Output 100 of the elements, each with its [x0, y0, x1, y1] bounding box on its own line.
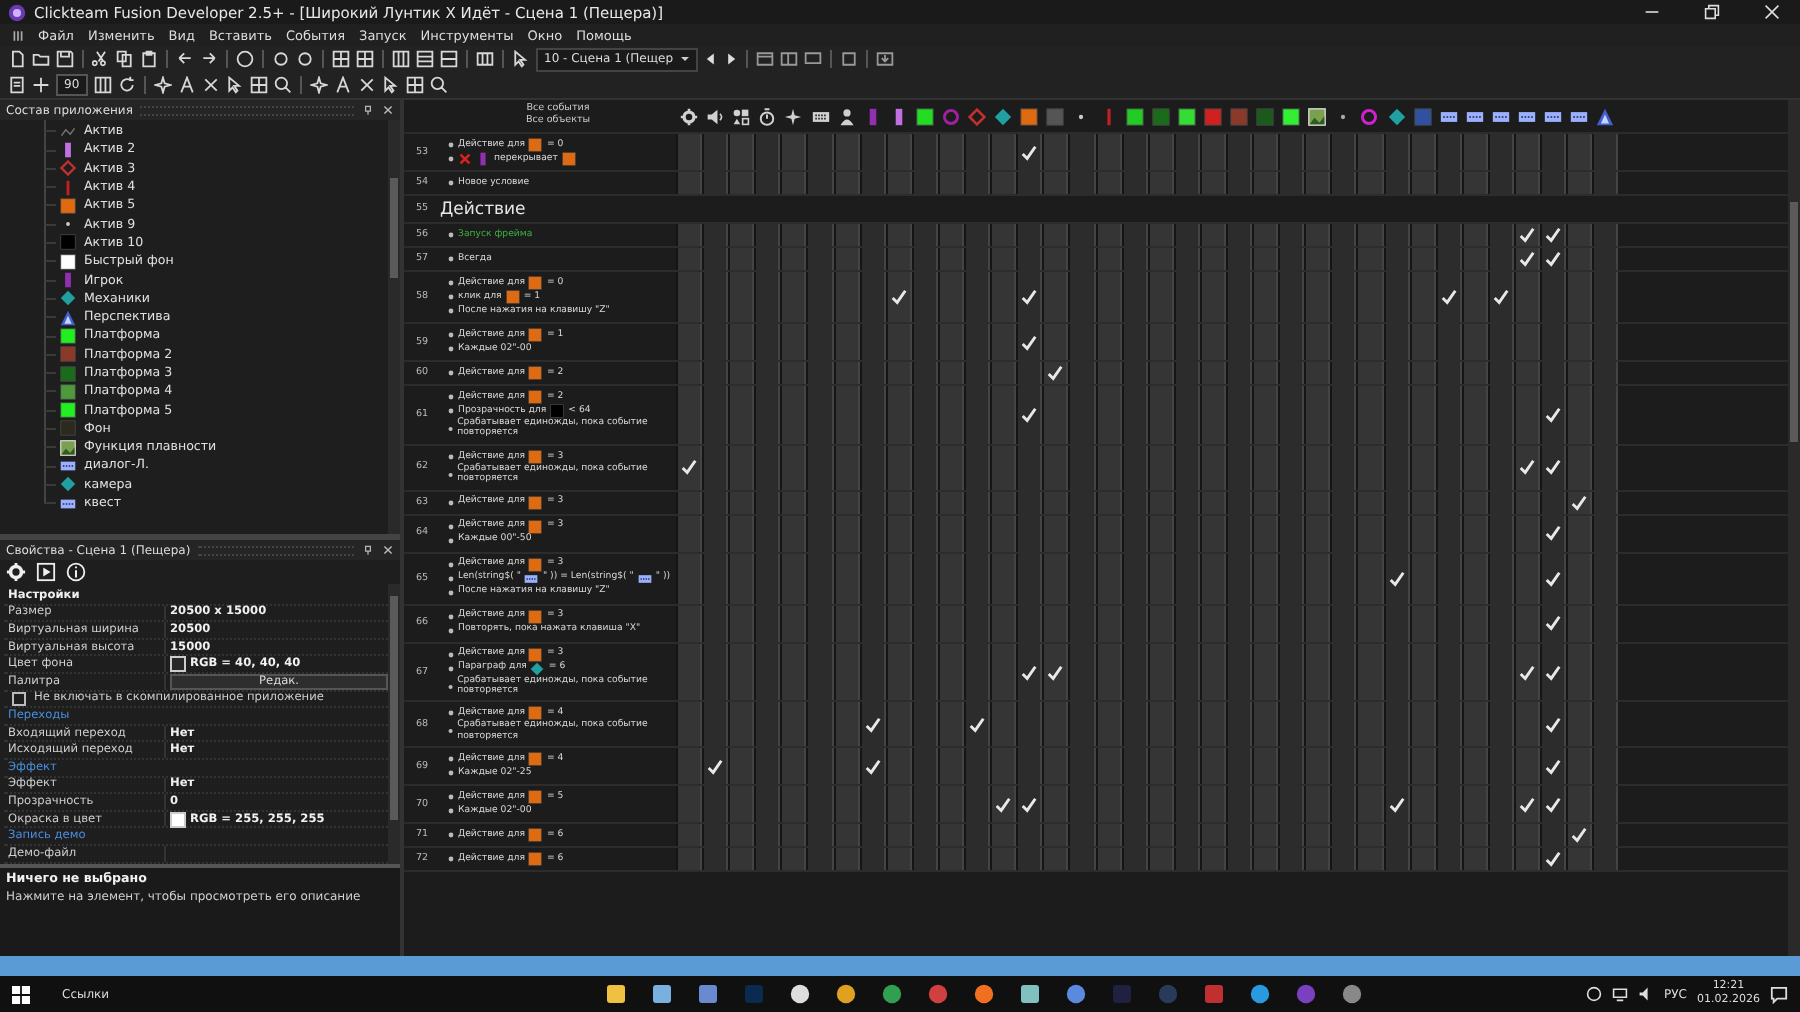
- bullet-icon: [448, 808, 454, 815]
- grid-icon[interactable]: [416, 50, 434, 68]
- help-icon[interactable]: [236, 50, 254, 68]
- check-icon: [1387, 795, 1406, 814]
- grid-icon[interactable]: [392, 50, 410, 68]
- check-icon: [1439, 288, 1458, 306]
- bullet-icon: [448, 308, 454, 314]
- bullet-icon: [448, 370, 454, 376]
- sparkle-icon[interactable]: [309, 76, 328, 94]
- scrollbar[interactable]: [1788, 100, 1800, 956]
- play-icon[interactable]: [36, 562, 56, 582]
- bullet-icon: [448, 856, 454, 863]
- nodes-icon[interactable]: [357, 76, 376, 94]
- bullet-icon: [448, 561, 454, 568]
- grid-icon[interactable]: [476, 50, 494, 68]
- check-icon: [1544, 715, 1563, 734]
- window-icon[interactable]: [803, 50, 822, 68]
- bullet-icon: [448, 756, 454, 763]
- check-icon: [1020, 288, 1039, 306]
- bullet-icon: [448, 280, 454, 286]
- refresh-icon[interactable]: [117, 76, 136, 94]
- caret-icon: [679, 54, 690, 64]
- close-icon[interactable]: [1764, 4, 1780, 20]
- grid-icon[interactable]: [356, 50, 374, 68]
- check-icon: [1020, 143, 1039, 161]
- bullet-icon: [448, 832, 454, 839]
- check-icon: [1491, 288, 1510, 306]
- letter-icon[interactable]: [177, 76, 196, 94]
- bullet-icon: [448, 627, 454, 634]
- notification-icon[interactable]: [1770, 985, 1788, 1003]
- window-icon[interactable]: [755, 50, 774, 68]
- pin-icon[interactable]: [362, 104, 374, 116]
- close-icon[interactable]: [382, 544, 394, 556]
- redo-icon[interactable]: [200, 50, 218, 68]
- bullet-icon: [448, 180, 454, 186]
- info-icon[interactable]: [66, 562, 86, 582]
- bullet-icon: [448, 613, 454, 620]
- bullet-icon: [448, 523, 454, 530]
- windows-logo-icon[interactable]: [12, 985, 30, 1003]
- new-file-icon[interactable]: [8, 50, 26, 68]
- square-outline-icon[interactable]: [839, 50, 858, 68]
- export-icon[interactable]: [875, 50, 894, 68]
- check-icon: [706, 757, 725, 776]
- pin-icon[interactable]: [362, 544, 374, 556]
- bullet-icon: [448, 453, 454, 460]
- cursor-icon[interactable]: [381, 76, 400, 94]
- bullet-icon: [448, 499, 454, 506]
- bullet-icon: [448, 537, 454, 544]
- open-folder-icon[interactable]: [32, 50, 50, 68]
- bullet-icon: [448, 665, 454, 672]
- list-icon[interactable]: [8, 76, 26, 94]
- window-icon[interactable]: [779, 50, 798, 68]
- bullet-icon: [448, 332, 454, 338]
- search-icon[interactable]: [273, 76, 292, 94]
- app-icon[interactable]: [1203, 984, 1224, 1004]
- sparkle-icon[interactable]: [153, 76, 172, 94]
- check-icon: [889, 288, 908, 306]
- grid-icon[interactable]: [249, 76, 268, 94]
- search-icon[interactable]: [429, 76, 448, 94]
- tray-icon[interactable]: [1586, 986, 1603, 1002]
- letter-icon[interactable]: [333, 76, 352, 94]
- previous-icon[interactable]: [703, 52, 718, 66]
- undo-icon[interactable]: [176, 50, 194, 68]
- app-logo-icon: [8, 3, 26, 21]
- scrollbar[interactable]: [388, 584, 400, 864]
- bullet-icon: [448, 575, 454, 582]
- check-icon: [863, 715, 882, 734]
- grip-icon: [12, 29, 24, 41]
- cursor-icon[interactable]: [225, 76, 244, 94]
- color-swatch[interactable]: [170, 656, 186, 673]
- checkbox[interactable]: [12, 691, 26, 706]
- bullet-icon: [448, 346, 454, 352]
- copy-icon[interactable]: [116, 50, 134, 68]
- save-icon[interactable]: [56, 50, 74, 68]
- check-icon: [1020, 405, 1039, 424]
- bullet-icon: [448, 294, 454, 300]
- bullet-icon: [448, 589, 454, 596]
- grid-icon[interactable]: [405, 76, 424, 94]
- color-swatch[interactable]: [170, 811, 186, 828]
- settings-icon[interactable]: [6, 562, 26, 582]
- close-icon[interactable]: [382, 104, 394, 116]
- bullet-icon: [448, 728, 454, 735]
- scrollbar[interactable]: [388, 120, 400, 534]
- bullet-icon: [448, 794, 454, 801]
- bullet-icon: [448, 156, 454, 162]
- nodes-icon[interactable]: [201, 76, 220, 94]
- cursor-icon[interactable]: [512, 50, 530, 68]
- restore-icon[interactable]: [1704, 4, 1720, 20]
- group-title[interactable]: Действие: [440, 199, 526, 219]
- columns-icon[interactable]: [93, 76, 112, 94]
- next-icon[interactable]: [723, 52, 738, 66]
- bullet-icon: [448, 142, 454, 148]
- grid-icon[interactable]: [440, 50, 458, 68]
- grid-icon[interactable]: [332, 50, 350, 68]
- align-icon[interactable]: [32, 76, 50, 94]
- app-icon[interactable]: [1341, 984, 1362, 1004]
- cut-icon[interactable]: [92, 50, 110, 68]
- paste-icon[interactable]: [140, 50, 158, 68]
- bullet-icon: [448, 683, 454, 690]
- network-icon[interactable]: [1612, 986, 1629, 1002]
